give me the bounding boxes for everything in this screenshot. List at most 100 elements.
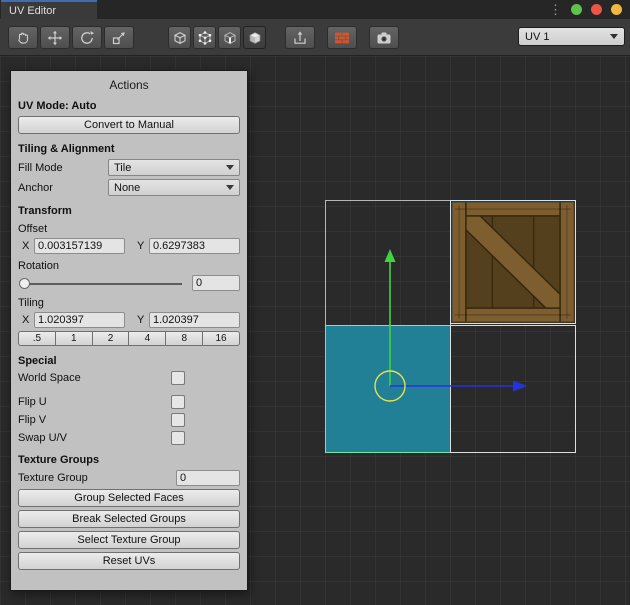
flip-v-label: Flip V — [18, 414, 171, 426]
convert-to-manual-button[interactable]: Convert to Manual — [18, 116, 240, 134]
tiling-row: X Y — [18, 312, 240, 328]
more-menu-icon[interactable]: ⋮ — [549, 3, 562, 16]
tiling-x-axis-label: X — [22, 314, 34, 326]
anchor-value: None — [114, 182, 140, 194]
offset-row: X Y — [18, 238, 240, 254]
project-uv-icon — [292, 30, 308, 46]
pan-tool-icon — [15, 30, 31, 46]
offset-y-input[interactable] — [149, 238, 240, 254]
rotation-input[interactable] — [192, 275, 240, 291]
face-mode-icon — [247, 30, 263, 46]
slider-knob[interactable] — [19, 278, 30, 289]
face-mode-button[interactable] — [243, 26, 266, 49]
fill-mode-row: Fill Mode Tile — [18, 159, 240, 176]
tab-uv-editor[interactable]: UV Editor — [1, 0, 97, 19]
uv-face-top-left[interactable] — [325, 200, 451, 326]
reset-uvs-button[interactable]: Reset UVs — [18, 552, 240, 570]
uv-mode-label: UV Mode: Auto — [18, 100, 240, 112]
tiling-x-input[interactable] — [34, 312, 125, 328]
flip-u-label: Flip U — [18, 396, 171, 408]
world-space-checkbox[interactable] — [171, 371, 185, 385]
selection-mode-group — [168, 26, 266, 49]
vertex-mode-icon — [197, 30, 213, 46]
tiling-presets-row: .5 1 2 4 8 16 — [18, 331, 240, 346]
heading-transform: Transform — [18, 205, 240, 217]
toolbar: UV 1 — [0, 19, 630, 56]
tab-title: UV Editor — [9, 5, 56, 17]
pan-tool-button[interactable] — [8, 26, 38, 49]
actions-panel: Actions UV Mode: Auto Convert to Manual … — [10, 70, 248, 591]
break-selected-groups-button[interactable]: Break Selected Groups — [18, 510, 240, 528]
window-dot-yellow[interactable] — [611, 4, 622, 15]
action-group — [285, 26, 399, 49]
preset-2-button[interactable]: 2 — [92, 331, 130, 346]
offset-x-input[interactable] — [34, 238, 125, 254]
window-controls: ⋮ — [549, 0, 622, 19]
chevron-down-icon — [226, 165, 234, 170]
object-mode-button[interactable] — [168, 26, 191, 49]
slider-track — [20, 283, 182, 285]
rotation-label: Rotation — [18, 260, 240, 272]
tiling-y-input[interactable] — [149, 312, 240, 328]
screenshot-icon — [376, 30, 392, 46]
swap-uv-row: Swap U/V — [18, 431, 240, 445]
uv-face-bottom-right[interactable] — [450, 325, 576, 453]
texture-group-label: Texture Group — [18, 472, 176, 484]
anchor-label: Anchor — [18, 182, 108, 194]
preset-4-button[interactable]: 4 — [128, 331, 166, 346]
fill-mode-dropdown[interactable]: Tile — [108, 159, 240, 176]
chevron-down-icon — [226, 185, 234, 190]
offset-label: Offset — [18, 223, 240, 235]
project-uv-button[interactable] — [285, 26, 315, 49]
swap-uv-checkbox[interactable] — [171, 431, 185, 445]
uv-face-selected[interactable] — [325, 325, 451, 453]
flip-v-row: Flip V — [18, 413, 240, 427]
rotation-slider[interactable] — [18, 275, 184, 291]
preset-8-button[interactable]: 8 — [165, 331, 203, 346]
rotate-tool-button[interactable] — [72, 26, 102, 49]
texture-preview-button[interactable] — [327, 26, 357, 49]
chevron-down-icon — [610, 34, 618, 39]
tiling-y-axis-label: Y — [137, 314, 149, 326]
tool-group — [8, 26, 134, 49]
texture-preview-icon — [334, 30, 350, 46]
select-texture-group-button[interactable]: Select Texture Group — [18, 531, 240, 549]
rotate-tool-icon — [79, 30, 95, 46]
move-tool-button[interactable] — [40, 26, 70, 49]
rotation-row — [18, 275, 240, 291]
group-selected-faces-button[interactable]: Group Selected Faces — [18, 489, 240, 507]
titlebar: UV Editor ⋮ — [0, 0, 630, 19]
preset-1-button[interactable]: 1 — [55, 331, 93, 346]
heading-tiling-alignment: Tiling & Alignment — [18, 143, 240, 155]
world-space-row: World Space — [18, 371, 240, 385]
heading-texture-groups: Texture Groups — [18, 454, 240, 466]
vertex-mode-button[interactable] — [193, 26, 216, 49]
preset-point5-button[interactable]: .5 — [18, 331, 56, 346]
world-space-label: World Space — [18, 372, 171, 384]
crate-texture — [451, 201, 575, 323]
edge-mode-button[interactable] — [218, 26, 241, 49]
uv-face-crate-texture[interactable] — [450, 200, 576, 324]
object-mode-icon — [172, 30, 188, 46]
uv-channel-value: UV 1 — [525, 31, 549, 43]
offset-y-axis-label: Y — [137, 240, 149, 252]
screenshot-button[interactable] — [369, 26, 399, 49]
texture-group-row: Texture Group — [18, 470, 240, 486]
flip-v-checkbox[interactable] — [171, 413, 185, 427]
uv-editor-window: UV Editor ⋮ — [0, 0, 630, 605]
window-dot-red[interactable] — [591, 4, 602, 15]
flip-u-checkbox[interactable] — [171, 395, 185, 409]
uv-channel-dropdown[interactable]: UV 1 — [518, 27, 625, 46]
anchor-row: Anchor None — [18, 179, 240, 196]
preset-16-button[interactable]: 16 — [202, 331, 240, 346]
window-dot-green[interactable] — [571, 4, 582, 15]
edge-mode-icon — [222, 30, 238, 46]
swap-uv-label: Swap U/V — [18, 432, 171, 444]
texture-group-input[interactable] — [176, 470, 240, 486]
move-tool-icon — [47, 30, 63, 46]
fill-mode-value: Tile — [114, 162, 131, 174]
anchor-dropdown[interactable]: None — [108, 179, 240, 196]
fill-mode-label: Fill Mode — [18, 162, 108, 174]
heading-special: Special — [18, 355, 240, 367]
scale-tool-button[interactable] — [104, 26, 134, 49]
